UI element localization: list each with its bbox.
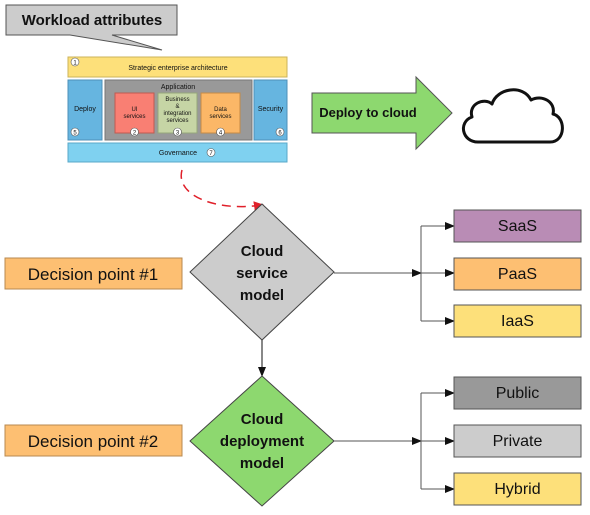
option-private-box: Private	[453, 424, 582, 458]
cloud-service-model-diamond: Cloud service model	[189, 203, 335, 341]
architecture-block: 1 Strategic enterprise architecture Depl…	[67, 56, 288, 163]
svg-text:Cloud: Cloud	[241, 243, 284, 260]
svg-text:deployment: deployment	[220, 433, 304, 450]
svg-text:Decision point #2: Decision point #2	[28, 432, 158, 451]
dashed-connector-arrow	[180, 169, 264, 212]
option-label: Hybrid	[494, 481, 540, 498]
option-label: IaaS	[501, 313, 534, 330]
svg-text:Strategic enterprise architect: Strategic enterprise architecture	[128, 65, 227, 72]
option-hybrid-box: Hybrid	[453, 472, 582, 506]
svg-text:Cloud: Cloud	[241, 411, 284, 428]
service-connectors	[334, 222, 455, 325]
svg-text:service: service	[236, 265, 288, 282]
svg-text:Business: Business	[165, 97, 189, 103]
svg-text:Deploy to cloud: Deploy to cloud	[319, 105, 417, 120]
option-paas-box: PaaS	[453, 257, 582, 291]
svg-text:services: services	[166, 118, 188, 124]
decision-point-1-label: Decision point #1	[4, 257, 183, 290]
callout-title: Workload attributes	[22, 12, 163, 29]
data-services-box: Data services 4	[200, 92, 241, 137]
svg-text:UI: UI	[132, 107, 138, 113]
option-saas-box: SaaS	[453, 209, 582, 243]
cloud-deployment-model-diamond: Cloud deployment model	[189, 375, 335, 507]
cloud-icon	[462, 88, 564, 144]
cloud-decision-diagram: Workload attributes 1 Strategic enterpri…	[4, 4, 582, 507]
deploy-to-cloud-arrow: Deploy to cloud	[311, 75, 453, 151]
application-box: Application UI services 2 Business & int…	[104, 79, 253, 141]
svg-text:model: model	[240, 287, 284, 304]
business-integration-box: Business & integration services 3	[157, 92, 198, 137]
option-label: Public	[496, 385, 540, 402]
workload-attributes-callout: Workload attributes	[5, 4, 178, 51]
svg-text:Governance: Governance	[159, 150, 197, 157]
governance-bar: Governance 7	[67, 142, 288, 163]
strategic-bar: 1 Strategic enterprise architecture	[67, 56, 288, 78]
deployment-connectors	[334, 389, 455, 493]
svg-text:Application: Application	[161, 84, 195, 91]
svg-text:integration: integration	[163, 111, 191, 117]
svg-text:Security: Security	[258, 106, 284, 113]
svg-text:Decision point #1: Decision point #1	[28, 265, 158, 284]
svg-text:Deploy: Deploy	[74, 106, 96, 113]
svg-text:&: &	[175, 104, 179, 110]
svg-text:services: services	[209, 114, 231, 120]
svg-text:Data: Data	[214, 107, 227, 113]
option-label: SaaS	[498, 218, 537, 235]
option-iaas-box: IaaS	[453, 304, 582, 338]
option-label: PaaS	[498, 266, 537, 283]
option-label: Private	[493, 433, 543, 450]
security-box: Security 6	[253, 79, 288, 141]
svg-text:services: services	[123, 114, 145, 120]
decision-point-2-label: Decision point #2	[4, 424, 183, 457]
ui-services-box: UI services 2	[114, 92, 155, 137]
option-public-box: Public	[453, 376, 582, 410]
deploy-box: Deploy 5	[67, 79, 103, 141]
svg-text:model: model	[240, 455, 284, 472]
